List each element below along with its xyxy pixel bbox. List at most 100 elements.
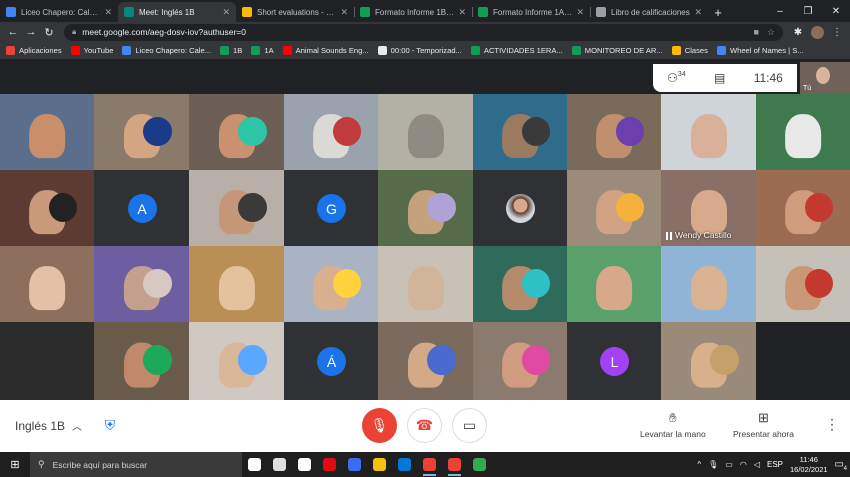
participant-tile[interactable] bbox=[0, 246, 94, 322]
language-indicator[interactable]: ESP bbox=[767, 460, 783, 469]
leave-call-button[interactable]: ☎︎ bbox=[407, 408, 442, 443]
browser-tab[interactable]: Short evaluations - Goo ✕ bbox=[236, 2, 354, 22]
participant-tile[interactable] bbox=[378, 94, 473, 170]
self-view[interactable]: Tú bbox=[800, 62, 850, 94]
tab-close-icon[interactable]: ✕ bbox=[340, 7, 348, 18]
participant-tile[interactable] bbox=[473, 94, 567, 170]
raise-hand-button[interactable]: ✋︎ Levantar la mano bbox=[640, 410, 706, 439]
participant-tile[interactable] bbox=[756, 170, 850, 246]
camera-icon[interactable]: ■ bbox=[753, 27, 758, 38]
chat-icon[interactable]: ▤ bbox=[714, 71, 725, 85]
bookmark-item[interactable]: Clases bbox=[671, 46, 708, 55]
participant-tile[interactable] bbox=[756, 94, 850, 170]
bookmark-item[interactable]: MONITOREO DE AR... bbox=[571, 46, 663, 55]
minimize-icon[interactable]: – bbox=[766, 0, 794, 22]
participant-tile[interactable]: Wendy Castillo bbox=[661, 170, 756, 246]
participant-tile[interactable] bbox=[189, 322, 284, 400]
taskbar-app-button[interactable] bbox=[442, 452, 467, 477]
participant-tile[interactable] bbox=[189, 246, 284, 322]
bookmark-item[interactable]: ACTIVIDADES 1ERA... bbox=[470, 46, 563, 55]
chevron-up-icon[interactable]: ^ bbox=[697, 460, 701, 469]
participant-tile[interactable] bbox=[661, 94, 756, 170]
close-icon[interactable]: ✕ bbox=[822, 0, 850, 22]
bookmark-item[interactable]: Wheel of Names | S... bbox=[716, 46, 804, 55]
participant-tile[interactable] bbox=[284, 246, 378, 322]
participant-tile[interactable] bbox=[378, 246, 473, 322]
participant-tile[interactable] bbox=[189, 94, 284, 170]
forward-icon[interactable]: → bbox=[22, 23, 40, 41]
taskbar-app-button[interactable] bbox=[242, 452, 267, 477]
maximize-icon[interactable]: ❐ bbox=[794, 0, 822, 22]
battery-icon[interactable]: ▭ bbox=[725, 460, 733, 469]
participant-tile[interactable]: Á bbox=[284, 322, 378, 400]
bookmark-item[interactable]: YouTube bbox=[70, 46, 113, 55]
taskbar-app-button[interactable] bbox=[267, 452, 292, 477]
wifi-icon[interactable]: ◠ bbox=[740, 460, 747, 469]
bookmark-item[interactable]: Aplicaciones bbox=[6, 46, 62, 55]
people-button[interactable]: ⚇34 bbox=[667, 71, 686, 85]
bookmark-item[interactable]: 1A bbox=[251, 46, 274, 55]
participant-tile[interactable] bbox=[756, 246, 850, 322]
tab-close-icon[interactable]: ✕ bbox=[222, 7, 230, 18]
participant-tile[interactable] bbox=[661, 246, 756, 322]
bookmark-item[interactable]: Liceo Chapero: Cale... bbox=[122, 46, 211, 55]
participant-tile[interactable] bbox=[94, 246, 189, 322]
bookmark-item[interactable]: Animal Sounds Eng... bbox=[282, 46, 369, 55]
participant-tile[interactable] bbox=[0, 94, 94, 170]
participant-tile[interactable] bbox=[189, 170, 284, 246]
system-clock[interactable]: 11:46 16/02/2021 bbox=[790, 455, 828, 475]
more-options-icon[interactable]: ⋮ bbox=[825, 416, 839, 433]
taskbar-app-button[interactable] bbox=[417, 452, 442, 477]
browser-tab[interactable]: Formato Informe 1B.xlsx ✕ bbox=[354, 2, 472, 22]
bookmark-item[interactable]: 1B bbox=[220, 46, 242, 55]
meeting-details-button[interactable]: Inglés 1B ︿ bbox=[15, 418, 82, 434]
participant-tile[interactable] bbox=[0, 322, 94, 400]
taskbar-app-button[interactable] bbox=[342, 452, 367, 477]
tab-close-icon[interactable]: ✕ bbox=[104, 7, 112, 18]
participant-tile[interactable] bbox=[284, 94, 378, 170]
participant-tile[interactable] bbox=[756, 322, 850, 400]
browser-tab[interactable]: Meet: Inglés 1B ✕ bbox=[118, 2, 236, 22]
tab-close-icon[interactable]: ✕ bbox=[458, 7, 466, 18]
address-bar[interactable]: 🔒︎ meet.google.com/aeg-dosv-iov?authuser… bbox=[64, 23, 783, 41]
taskbar-search[interactable]: ⚲ Escribe aquí para buscar bbox=[30, 452, 242, 477]
shield-icon[interactable]: ⛨ bbox=[101, 415, 119, 435]
present-now-button[interactable]: ⊞ Presentar ahora bbox=[733, 410, 794, 439]
taskbar-app-button[interactable] bbox=[467, 452, 492, 477]
mic-icon[interactable]: 🎙︎ bbox=[708, 460, 718, 469]
bookmark-item[interactable]: 00:00 - Temporizad... bbox=[377, 46, 462, 55]
menu-icon[interactable]: ⋮ bbox=[828, 23, 846, 41]
star-icon[interactable]: ☆ bbox=[767, 27, 775, 38]
camera-toggle-button[interactable]: ▭ bbox=[452, 408, 487, 443]
mic-toggle-button[interactable]: 🎙︎ bbox=[362, 408, 397, 443]
browser-tab[interactable]: Liceo Chapero: Calendar ✕ bbox=[0, 2, 118, 22]
participant-tile[interactable] bbox=[94, 94, 189, 170]
participant-tile[interactable] bbox=[661, 322, 756, 400]
participant-tile[interactable]: L bbox=[567, 322, 661, 400]
tab-close-icon[interactable]: ✕ bbox=[694, 7, 702, 18]
participant-tile[interactable] bbox=[567, 246, 661, 322]
participant-tile[interactable]: G bbox=[284, 170, 378, 246]
taskbar-app-button[interactable] bbox=[367, 452, 392, 477]
browser-tab[interactable]: Libro de calificaciones ✕ bbox=[590, 2, 708, 22]
profile-avatar[interactable] bbox=[811, 25, 824, 39]
back-icon[interactable]: ← bbox=[4, 23, 22, 41]
extensions-icon[interactable]: ✱ bbox=[789, 23, 807, 41]
browser-tab[interactable]: Formato Informe 1A.xlsx ✕ bbox=[472, 2, 590, 22]
participant-tile[interactable] bbox=[473, 170, 567, 246]
participant-tile[interactable] bbox=[473, 246, 567, 322]
reload-icon[interactable]: ↻ bbox=[40, 23, 58, 41]
notification-center-icon[interactable]: ▭ 4 bbox=[835, 459, 847, 472]
taskbar-app-button[interactable] bbox=[392, 452, 417, 477]
participant-tile[interactable] bbox=[567, 94, 661, 170]
participant-tile[interactable]: A bbox=[94, 170, 189, 246]
participant-tile[interactable] bbox=[378, 170, 473, 246]
taskbar-app-button[interactable] bbox=[317, 452, 342, 477]
taskbar-app-button[interactable] bbox=[292, 452, 317, 477]
volume-icon[interactable]: ◁ bbox=[754, 460, 760, 469]
windows-start-icon[interactable]: ⊞ bbox=[0, 452, 30, 477]
participant-tile[interactable] bbox=[473, 322, 567, 400]
participant-tile[interactable] bbox=[0, 170, 94, 246]
tab-close-icon[interactable]: ✕ bbox=[576, 7, 584, 18]
participant-tile[interactable] bbox=[378, 322, 473, 400]
